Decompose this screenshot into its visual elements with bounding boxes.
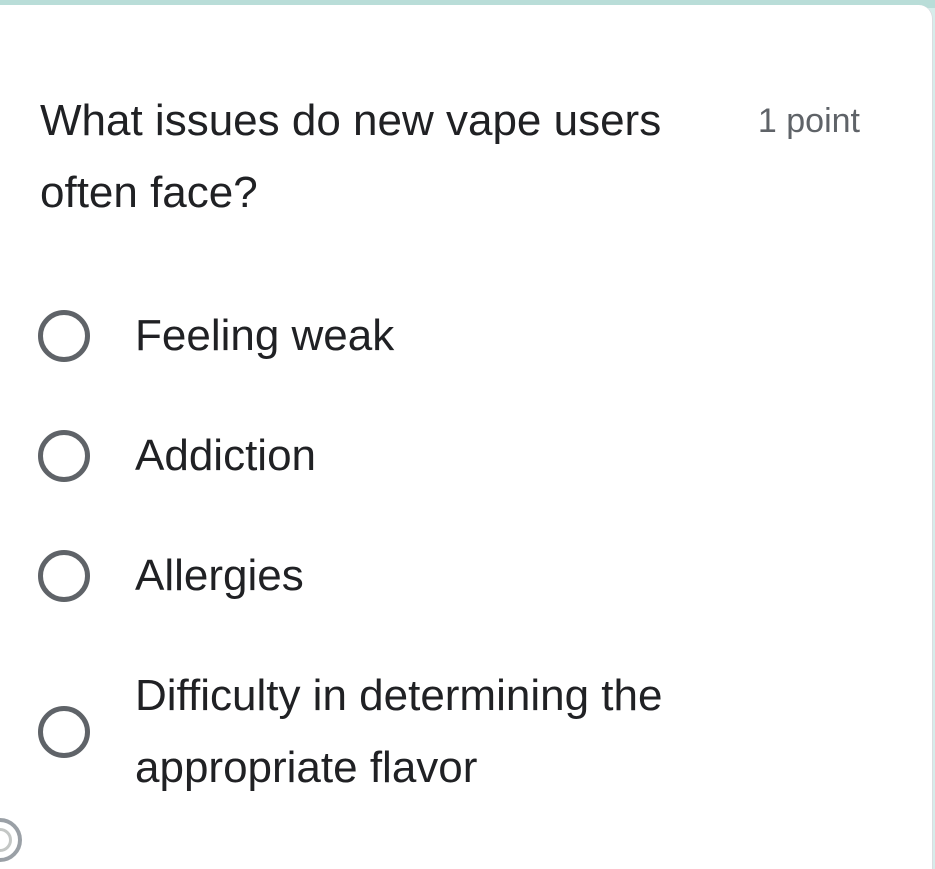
- question-title: What issues do new vape users often face…: [40, 96, 662, 217]
- option-label: Addiction: [135, 431, 317, 480]
- radio-unchecked-icon[interactable]: [38, 706, 90, 758]
- points-label: 1 point: [757, 102, 860, 140]
- option-feeling-weak[interactable]: Feeling weak: [38, 300, 735, 372]
- question-header: What issues do new vape users often face…: [40, 85, 880, 229]
- option-addiction[interactable]: Addiction: [38, 420, 735, 492]
- radio-unchecked-icon[interactable]: [38, 310, 90, 362]
- radio-unchecked-icon[interactable]: [38, 430, 90, 482]
- option-difficulty-flavor[interactable]: Difficulty in determining the appropriat…: [38, 660, 735, 804]
- radio-unchecked-icon[interactable]: [38, 550, 90, 602]
- option-label: Feeling weak: [135, 311, 395, 360]
- option-allergies[interactable]: Allergies: [38, 540, 735, 612]
- question-card: What issues do new vape users often face…: [0, 5, 933, 869]
- option-label: Difficulty in determining the appropriat…: [135, 671, 663, 792]
- option-label: Allergies: [135, 551, 304, 600]
